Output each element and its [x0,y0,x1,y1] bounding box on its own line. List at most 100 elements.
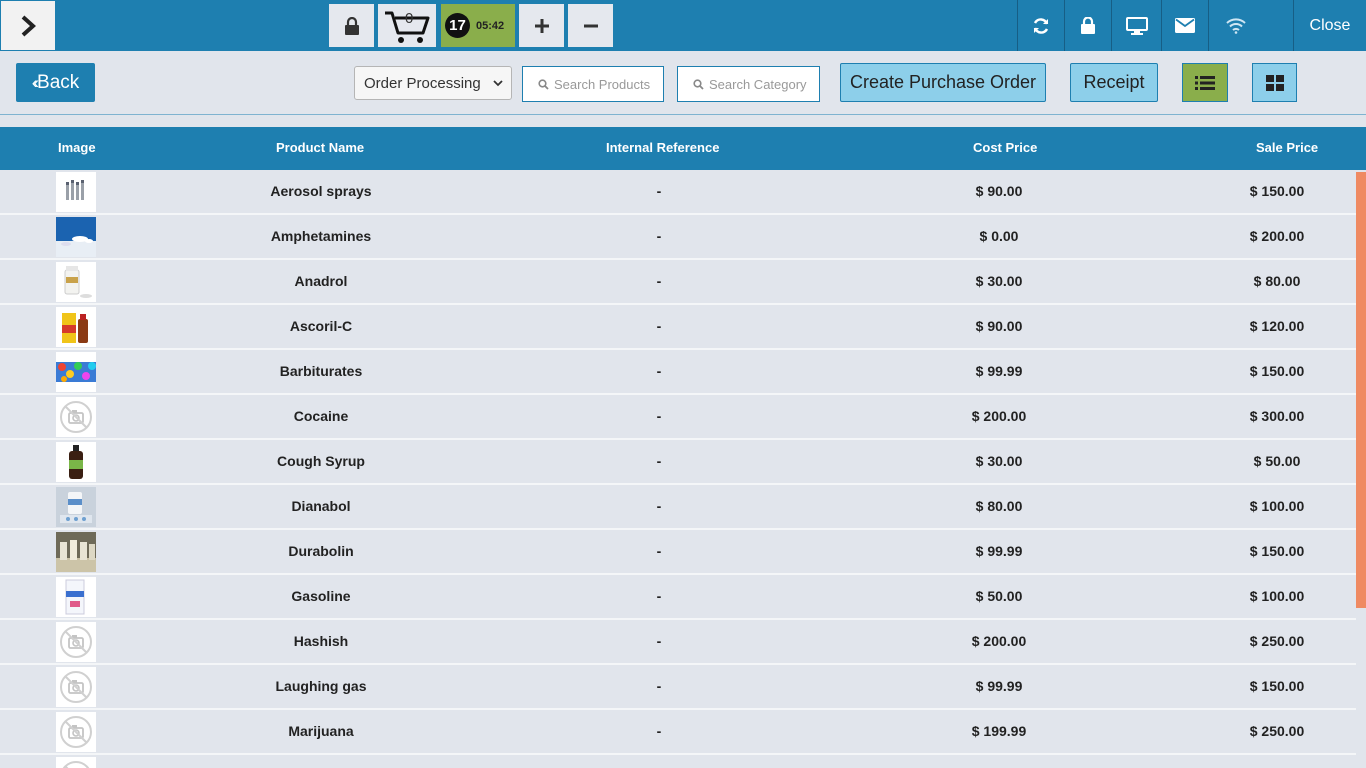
menu-toggle-button[interactable] [1,1,55,50]
header-cost-price: Cost Price [973,140,1038,155]
table-row[interactable]: Cocaine - $ 200.00 $ 300.00 [0,395,1356,440]
cost-price-cell: $ 200.00 [971,408,1027,424]
product-name-cell: Anadrol [294,273,348,289]
order-timer[interactable]: 17 05:42 [441,4,515,47]
cost-price-cell: $ 90.00 [975,318,1023,334]
product-image [56,262,96,302]
minus-icon [583,24,598,27]
cost-price-cell: $ 99.99 [975,543,1023,559]
table-row[interactable]: Amphetamines - $ 0.00 $ 200.00 [0,215,1356,260]
order-status-select[interactable]: Order Processing [354,66,512,100]
lock-screen-button[interactable] [1064,0,1111,51]
table-header: Image Product Name Internal Reference Co… [0,127,1366,170]
sale-price-cell: $ 150.00 [1249,363,1305,379]
back-label: Back [37,71,80,93]
product-image [56,307,96,347]
cost-price-cell: $ 30.00 [975,453,1023,469]
table-row[interactable]: Aerosol sprays - $ 90.00 $ 150.00 [0,170,1356,215]
table-row[interactable]: Gasoline - $ 50.00 $ 100.00 [0,575,1356,620]
product-name-cell: Dianabol [291,498,351,514]
connection-status[interactable] [1208,0,1293,51]
lock-icon [344,16,359,35]
no-image-icon [56,397,96,437]
sale-price-cell: $ 120.00 [1249,318,1305,334]
back-button[interactable]: ‹‹ Back [16,63,95,102]
search-products-input[interactable]: Search Products [522,66,664,102]
chevron-right-icon [21,15,36,36]
internal-reference-cell: - [656,498,662,514]
order-number-badge: 17 [445,13,470,38]
create-purchase-order-button[interactable]: Create Purchase Order [840,63,1046,102]
cost-price-cell: $ 199.99 [971,723,1027,739]
internal-reference-cell: - [656,543,662,559]
cost-price-cell: $ 50.00 [975,588,1023,604]
product-name-cell: Cocaine [293,408,349,424]
table-row[interactable]: Marijuana - $ 199.99 $ 250.00 [0,710,1356,755]
remove-order-button[interactable] [568,4,613,47]
search-icon [538,78,549,90]
add-order-button[interactable] [519,4,564,47]
header-internal-reference: Internal Reference [606,140,720,155]
product-name-cell: Durabolin [288,543,354,559]
table-row[interactable]: Durabolin - $ 99.99 $ 150.00 [0,530,1356,575]
cart-button[interactable]: 0 [378,4,436,47]
internal-reference-cell: - [656,363,662,379]
cost-price-cell: $ 99.99 [975,363,1023,379]
product-image [56,532,96,572]
scrollbar-thumb[interactable] [1356,172,1366,608]
internal-reference-cell: - [656,678,662,694]
table-row[interactable]: Hashish - $ 200.00 $ 250.00 [0,620,1356,665]
internal-reference-cell: - [656,228,662,244]
internal-reference-cell: - [656,273,662,289]
search-category-input[interactable]: Search Category [677,66,820,102]
sync-button[interactable] [1017,0,1064,51]
cost-price-cell: $ 200.00 [971,633,1027,649]
header-product-name: Product Name [276,140,365,155]
search-products-placeholder: Search Products [554,76,651,92]
list-view-icon [1195,75,1215,90]
internal-reference-cell: - [656,723,662,739]
table-row[interactable]: Ascoril-C - $ 90.00 $ 120.00 [0,305,1356,350]
product-image [56,352,96,392]
no-image-icon [56,757,96,768]
timer-text: 05:42 [476,19,505,32]
table-row[interactable] [0,755,1356,768]
grid-view-button[interactable] [1252,63,1297,102]
cost-price-cell: $ 99.99 [975,678,1023,694]
internal-reference-cell: - [656,408,662,424]
cart-count: 0 [405,10,414,27]
product-table-body: Aerosol sprays - $ 90.00 $ 150.00 Amphetamin… [0,170,1356,768]
table-row[interactable]: Cough Syrup - $ 30.00 $ 50.00 [0,440,1356,485]
product-image [56,487,96,527]
sale-price-cell: $ 50.00 [1253,453,1301,469]
product-name-cell: Amphetamines [270,228,372,244]
mail-button[interactable] [1161,0,1208,51]
table-row[interactable]: Laughing gas - $ 99.99 $ 150.00 [0,665,1356,710]
caret-down-icon [493,80,503,87]
table-row[interactable]: Barbiturates - $ 99.99 $ 150.00 [0,350,1356,395]
product-name-cell: Laughing gas [275,678,367,694]
lock-icon [1081,17,1095,34]
search-category-placeholder: Search Category [709,76,807,92]
table-row[interactable]: Dianabol - $ 80.00 $ 100.00 [0,485,1356,530]
no-image-icon [56,712,96,752]
product-image [56,577,96,617]
product-name-cell: Aerosol sprays [270,183,372,199]
no-image-icon [56,667,96,707]
product-name-cell: Cough Syrup [277,453,365,469]
wifi-icon [1226,17,1246,34]
sale-price-cell: $ 100.00 [1249,588,1305,604]
scrollbar[interactable] [1356,170,1366,768]
lock-button[interactable] [329,4,374,47]
grid-view-icon [1265,74,1284,91]
receipt-button[interactable]: Receipt [1070,63,1158,102]
customer-display-button[interactable] [1111,0,1161,51]
sale-price-cell: $ 150.00 [1249,183,1305,199]
product-image [56,172,96,212]
cost-price-cell: $ 0.00 [979,228,1019,244]
internal-reference-cell: - [656,453,662,469]
list-view-button[interactable] [1182,63,1228,102]
table-row[interactable]: Anadrol - $ 30.00 $ 80.00 [0,260,1356,305]
cost-price-cell: $ 30.00 [975,273,1023,289]
close-button[interactable]: Close [1293,0,1366,51]
